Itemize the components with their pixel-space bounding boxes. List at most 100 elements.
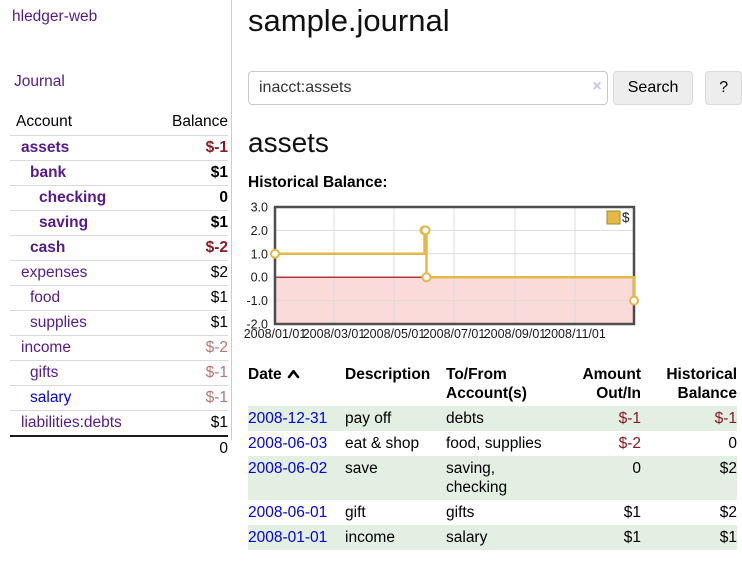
- register-accounts-cell: saving, checking: [446, 456, 550, 500]
- register-balance-cell: 0: [645, 431, 737, 456]
- register-row: 2008-06-03eat & shopfood, supplies$-20: [248, 431, 737, 456]
- transaction-date-link[interactable]: 2008-06-02: [248, 460, 327, 477]
- account-link-assets[interactable]: assets: [21, 139, 69, 156]
- account-link-supplies[interactable]: supplies: [30, 314, 87, 331]
- account-link-liabilities-debts[interactable]: liabilities:debts: [21, 414, 122, 431]
- x-tick-label: 2008/11/01: [544, 327, 606, 341]
- register-row: 2008-01-01incomesalary$1$1: [248, 525, 737, 550]
- account-row: saving $1: [10, 211, 228, 236]
- account-balance: $1: [155, 286, 228, 311]
- account-name-cell: income: [10, 336, 155, 361]
- register-description-cell: pay off: [345, 406, 446, 431]
- register-date-cell: 2008-06-02: [248, 456, 345, 500]
- legend-label: $: [622, 210, 630, 225]
- account-balance: $1: [155, 411, 228, 437]
- register-amount-cell: $-1: [550, 406, 645, 431]
- account-link-income[interactable]: income: [21, 339, 71, 356]
- y-tick-label: 0.0: [251, 271, 268, 285]
- account-balance: $1: [155, 311, 228, 336]
- account-row: liabilities:debts $1: [10, 411, 228, 437]
- register-description-cell: save: [345, 456, 446, 500]
- register-header-description: Description: [345, 365, 446, 406]
- register-description-cell: income: [345, 525, 446, 550]
- register-header-balance: Historical Balance: [645, 365, 737, 406]
- register-description-cell: gift: [345, 500, 446, 525]
- page-title: sample.journal: [248, 0, 742, 39]
- register-date-cell: 2008-06-03: [248, 431, 345, 456]
- y-tick-label: 1.0: [251, 247, 268, 261]
- account-link-gifts[interactable]: gifts: [30, 364, 58, 381]
- accounts-table-header: Account Balance: [10, 110, 228, 136]
- register-row: 2008-06-02 savesaving, checking0$2: [248, 456, 737, 500]
- register-date-cell: 2008-06-01: [248, 500, 345, 525]
- account-balance: $-2: [155, 236, 228, 261]
- sidebar-item-journal[interactable]: Journal: [14, 73, 231, 91]
- register-amount-cell: 0: [550, 456, 645, 500]
- register-balance-cell: $2: [645, 456, 737, 500]
- account-name-cell: checking: [10, 186, 155, 211]
- account-link-bank[interactable]: bank: [30, 164, 66, 181]
- account-row: cash $-2: [10, 236, 228, 261]
- data-point: [421, 226, 429, 234]
- search-input[interactable]: [248, 71, 608, 105]
- account-link-saving[interactable]: saving: [39, 214, 88, 231]
- register-balance-cell: $1: [645, 525, 737, 550]
- account-balance: $2: [155, 261, 228, 286]
- search-bar: × Search ?: [248, 71, 742, 105]
- account-balance: $1: [155, 211, 228, 236]
- account-link-salary[interactable]: salary: [30, 389, 71, 406]
- register-amount-cell: $-2: [550, 431, 645, 456]
- account-balance: $-2: [155, 336, 228, 361]
- register-row: 2008-12-31pay offdebts$-1$-1: [248, 406, 737, 431]
- account-heading: assets: [248, 127, 742, 159]
- search-button[interactable]: Search: [613, 71, 694, 105]
- account-row: expenses $2: [10, 261, 228, 286]
- transaction-date-link[interactable]: 2008-01-01: [248, 529, 327, 546]
- account-name-cell: food: [10, 286, 155, 311]
- transaction-date-link[interactable]: 2008-06-03: [248, 435, 327, 452]
- x-tick-label: 2008/03/01: [303, 327, 366, 341]
- account-link-checking[interactable]: checking: [39, 189, 106, 206]
- legend-swatch: [607, 211, 620, 224]
- account-name-cell: saving: [10, 211, 155, 236]
- account-row: supplies $1: [10, 311, 228, 336]
- register-row: 2008-06-01giftgifts$1$2: [248, 500, 737, 525]
- historical-balance-chart: $3.02.01.00.0-1.0-2.02008/01/012008/03/0…: [248, 202, 742, 344]
- register-header-amount: Amount Out/In: [550, 365, 645, 406]
- register-accounts-cell: debts: [446, 406, 550, 431]
- transaction-date-link[interactable]: 2008-06-01: [248, 504, 327, 521]
- register-header-accounts: To/From Account(s): [446, 365, 550, 406]
- help-button[interactable]: ?: [705, 71, 742, 105]
- register-accounts-cell: gifts: [446, 500, 550, 525]
- register-description-cell: eat & shop: [345, 431, 446, 456]
- account-name-cell: supplies: [10, 311, 155, 336]
- account-row: food $1: [10, 286, 228, 311]
- clear-search-icon[interactable]: ×: [589, 79, 605, 95]
- account-link-expenses[interactable]: expenses: [21, 264, 87, 281]
- account-name-cell: expenses: [10, 261, 155, 286]
- account-name-cell: bank: [10, 161, 155, 186]
- x-tick-label: 2008/09/01: [484, 327, 547, 341]
- y-tick-label: 2.0: [251, 224, 268, 238]
- register-header-date[interactable]: Date: [248, 365, 345, 406]
- sort-ascending-icon: [287, 369, 300, 379]
- x-tick-label: 2008/07/01: [423, 327, 486, 341]
- x-tick-label: 2008/01/01: [244, 327, 307, 341]
- account-balance: $-1: [155, 136, 228, 161]
- y-tick-label: 3.0: [251, 201, 268, 215]
- register-amount-cell: $1: [550, 500, 645, 525]
- transaction-date-link[interactable]: 2008-12-31: [248, 410, 327, 427]
- accounts-header-balance: Balance: [155, 110, 228, 136]
- register-amount-cell: $1: [550, 525, 645, 550]
- accounts-header-account: Account: [10, 110, 155, 136]
- register-accounts-cell: salary: [446, 525, 550, 550]
- data-point: [422, 273, 430, 281]
- account-link-cash[interactable]: cash: [30, 239, 65, 256]
- account-balance: $-1: [155, 361, 228, 386]
- app-brand-link[interactable]: hledger-web: [12, 8, 231, 26]
- account-row: gifts $-1: [10, 361, 228, 386]
- account-name-cell: cash: [10, 236, 155, 261]
- account-link-food[interactable]: food: [30, 289, 60, 306]
- y-tick-label: -1.0: [246, 294, 268, 308]
- register-table: Date Description To/From Account(s) Amou…: [248, 365, 737, 550]
